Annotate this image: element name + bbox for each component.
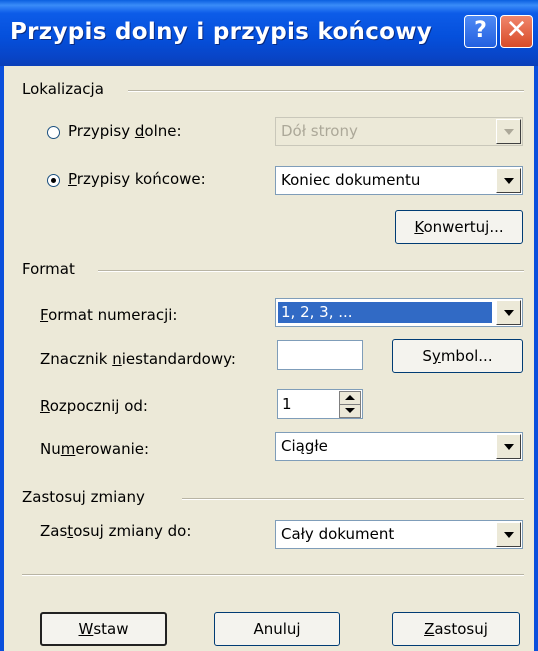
group-divider — [182, 498, 524, 500]
chevron-down-icon[interactable] — [496, 434, 521, 459]
apply-to-select[interactable]: Cały dokument — [275, 520, 523, 549]
help-button[interactable]: ? — [464, 15, 497, 48]
numbering-label: Numerowanie: — [40, 440, 150, 458]
custom-mark-label: Znacznik niestandardowy: — [40, 350, 236, 368]
insert-button[interactable]: Wstaw — [40, 612, 167, 646]
window-frame-right — [534, 66, 538, 651]
numbering-select[interactable]: Ciągłe — [275, 432, 523, 461]
close-button[interactable]: ✕ — [500, 15, 533, 48]
symbol-button[interactable]: Symbol... — [392, 339, 523, 373]
apply-to-label: Zastosuj zmiany do: — [40, 522, 192, 540]
endnotes-radio[interactable] — [47, 174, 60, 187]
numbering-value: Ciągłe — [281, 437, 328, 455]
convert-button[interactable]: Konwertuj... — [395, 210, 523, 244]
spin-down-icon[interactable] — [339, 404, 361, 418]
close-icon: ✕ — [505, 15, 528, 45]
chevron-down-icon — [496, 119, 521, 144]
endnotes-location-value: Koniec dokumentu — [281, 171, 421, 189]
numbering-format-value: 1, 2, 3, ... — [278, 302, 492, 323]
footnotes-radio[interactable] — [47, 126, 60, 139]
start-at-value: 1 — [282, 395, 292, 413]
help-icon: ? — [474, 18, 487, 43]
spin-up-icon[interactable] — [339, 391, 361, 405]
group-divider — [98, 270, 524, 272]
window-frame-left — [0, 66, 4, 651]
footnotes-location-select: Dół strony — [275, 117, 523, 146]
numbering-format-select[interactable]: 1, 2, 3, ... — [275, 298, 523, 327]
apply-to-value: Cały dokument — [281, 525, 395, 543]
chevron-down-icon[interactable] — [496, 522, 521, 547]
numbering-format-label: Format numeracji: — [40, 306, 178, 324]
start-at-label: Rozpocznij od: — [40, 397, 148, 415]
title-bar[interactable]: Przypis dolny i przypis końcowy ? ✕ — [0, 0, 538, 66]
bottom-divider — [22, 574, 524, 576]
start-at-spinner[interactable]: 1 — [277, 389, 363, 419]
endnotes-location-select[interactable]: Koniec dokumentu — [275, 166, 523, 195]
group-label-format: Format — [22, 260, 75, 278]
chevron-down-icon[interactable] — [496, 300, 521, 325]
custom-mark-input[interactable] — [277, 340, 363, 370]
endnotes-label[interactable]: Przypisy końcowe: — [68, 170, 206, 188]
chevron-down-icon[interactable] — [496, 168, 521, 193]
group-label-apply: Zastosuj zmiany — [22, 488, 145, 506]
cancel-button[interactable]: Anuluj — [214, 612, 340, 646]
group-label-lokalizacja: Lokalizacja — [22, 80, 104, 98]
apply-button[interactable]: Zastosuj — [392, 612, 520, 646]
footnotes-location-value: Dół strony — [281, 122, 358, 140]
group-divider — [128, 90, 524, 92]
dialog-title: Przypis dolny i przypis końcowy — [10, 19, 433, 45]
footnotes-label[interactable]: Przypisy dolne: — [68, 122, 182, 140]
